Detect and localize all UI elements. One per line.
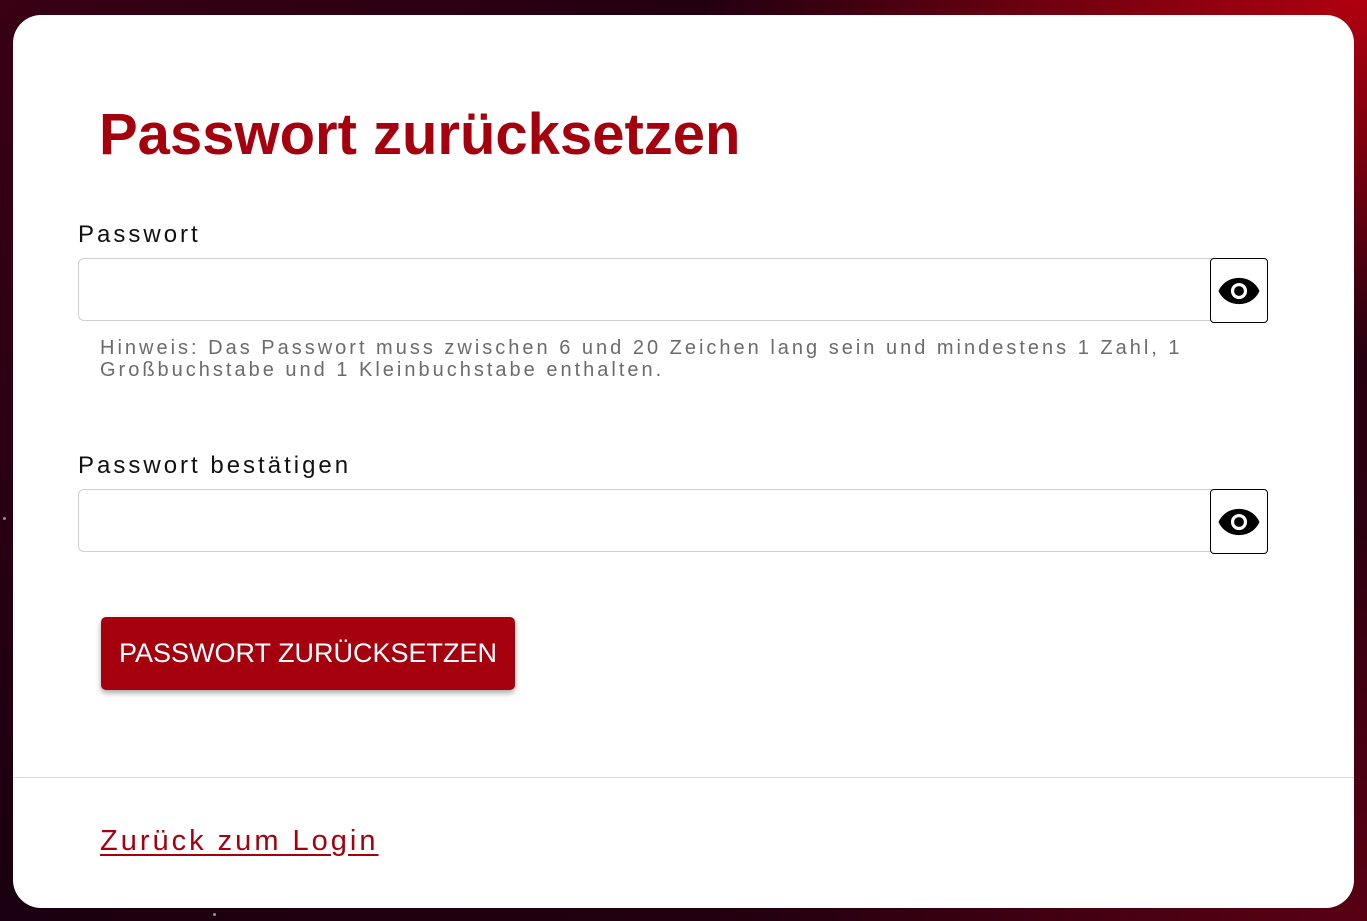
confirm-password-input[interactable] [78, 489, 1212, 552]
page-title: Passwort zurücksetzen [99, 102, 741, 167]
reset-password-button[interactable]: PASSWORT ZURÜCKSETZEN [101, 617, 515, 690]
eye-icon [1218, 508, 1260, 535]
confirm-password-label: Passwort bestätigen [78, 452, 352, 479]
background-dot [213, 913, 216, 916]
password-input-group [78, 258, 1268, 323]
eye-icon [1218, 277, 1260, 304]
background-dot [3, 517, 6, 520]
show-password-button[interactable] [1210, 258, 1268, 323]
show-confirm-password-button[interactable] [1210, 489, 1268, 554]
footer-divider [13, 777, 1354, 778]
reset-password-card: Passwort zurücksetzen Passwort Hinweis: … [13, 15, 1354, 908]
password-label: Passwort [78, 221, 201, 248]
password-input[interactable] [78, 258, 1212, 321]
confirm-password-input-group [78, 489, 1268, 554]
password-hint: Hinweis: Das Passwort muss zwischen 6 un… [100, 337, 1183, 381]
back-to-login-link[interactable]: Zurück zum Login [100, 825, 379, 858]
